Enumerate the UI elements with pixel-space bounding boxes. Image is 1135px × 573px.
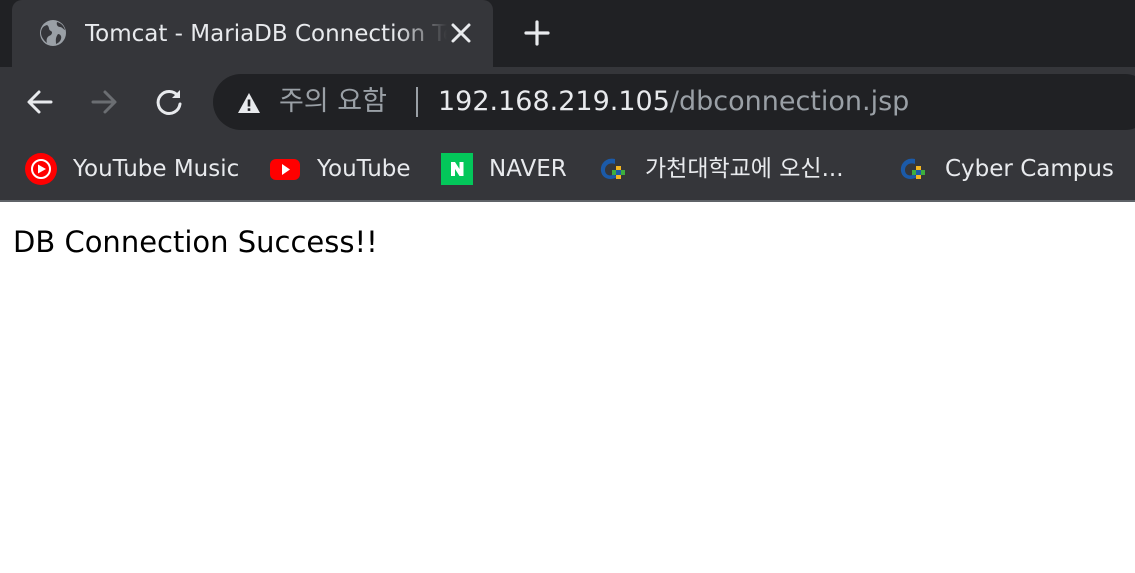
bookmark-label: YouTube Music (73, 156, 240, 182)
new-tab-plus-icon[interactable] (522, 18, 552, 48)
url-path: /dbconnection.jsp (669, 86, 910, 117)
tab-strip: Tomcat - MariaDB Connection Test (0, 0, 1135, 67)
bookmark-youtube-music[interactable]: YouTube Music (25, 152, 239, 186)
bookmark-label: Cyber Campus (945, 156, 1114, 182)
bookmark-label: 가천대학교에 오신... (645, 156, 844, 182)
page-content: DB Connection Success!! (0, 202, 1135, 260)
url-text[interactable]: 192.168.219.105/dbconnection.jsp (438, 85, 909, 119)
bookmark-label: NAVER (489, 156, 567, 182)
bookmark-naver[interactable]: NAVER (441, 152, 567, 186)
address-bar[interactable]: 주의 요함 192.168.219.105/dbconnection.jsp (213, 74, 1135, 130)
reload-icon[interactable] (154, 87, 184, 117)
youtube-music-icon (25, 153, 57, 185)
bookmark-label: YouTube (317, 156, 411, 182)
globe-icon (40, 20, 66, 46)
active-tab[interactable]: Tomcat - MariaDB Connection Test (12, 0, 493, 67)
security-warning-label[interactable]: 주의 요함 (279, 85, 387, 119)
tab-title: Tomcat - MariaDB Connection Test (85, 21, 447, 47)
connection-status-message: DB Connection Success!! (13, 225, 378, 259)
naver-icon (441, 153, 473, 185)
back-arrow-icon[interactable] (25, 87, 55, 117)
bookmark-youtube[interactable]: YouTube (269, 152, 411, 186)
bookmark-gachon-university[interactable]: 가천대학교에 오신... (597, 152, 844, 186)
bookmark-cyber-campus[interactable]: Cyber Campus (897, 152, 1114, 186)
forward-arrow-icon[interactable] (89, 87, 119, 117)
url-host: 192.168.219.105 (438, 86, 670, 117)
browser-chrome: Tomcat - MariaDB Connection Test 주의 요함 1… (0, 0, 1135, 202)
bookmarks-bar: YouTube Music YouTube NAVER 가천대학교에 오신...… (0, 138, 1135, 202)
gachon-icon (600, 158, 625, 179)
gachon-icon (900, 158, 925, 179)
close-icon[interactable] (448, 20, 474, 46)
toolbar: 주의 요함 192.168.219.105/dbconnection.jsp (0, 67, 1135, 138)
omnibox-separator (416, 87, 418, 117)
warning-icon[interactable] (237, 92, 261, 114)
youtube-icon (270, 159, 300, 180)
